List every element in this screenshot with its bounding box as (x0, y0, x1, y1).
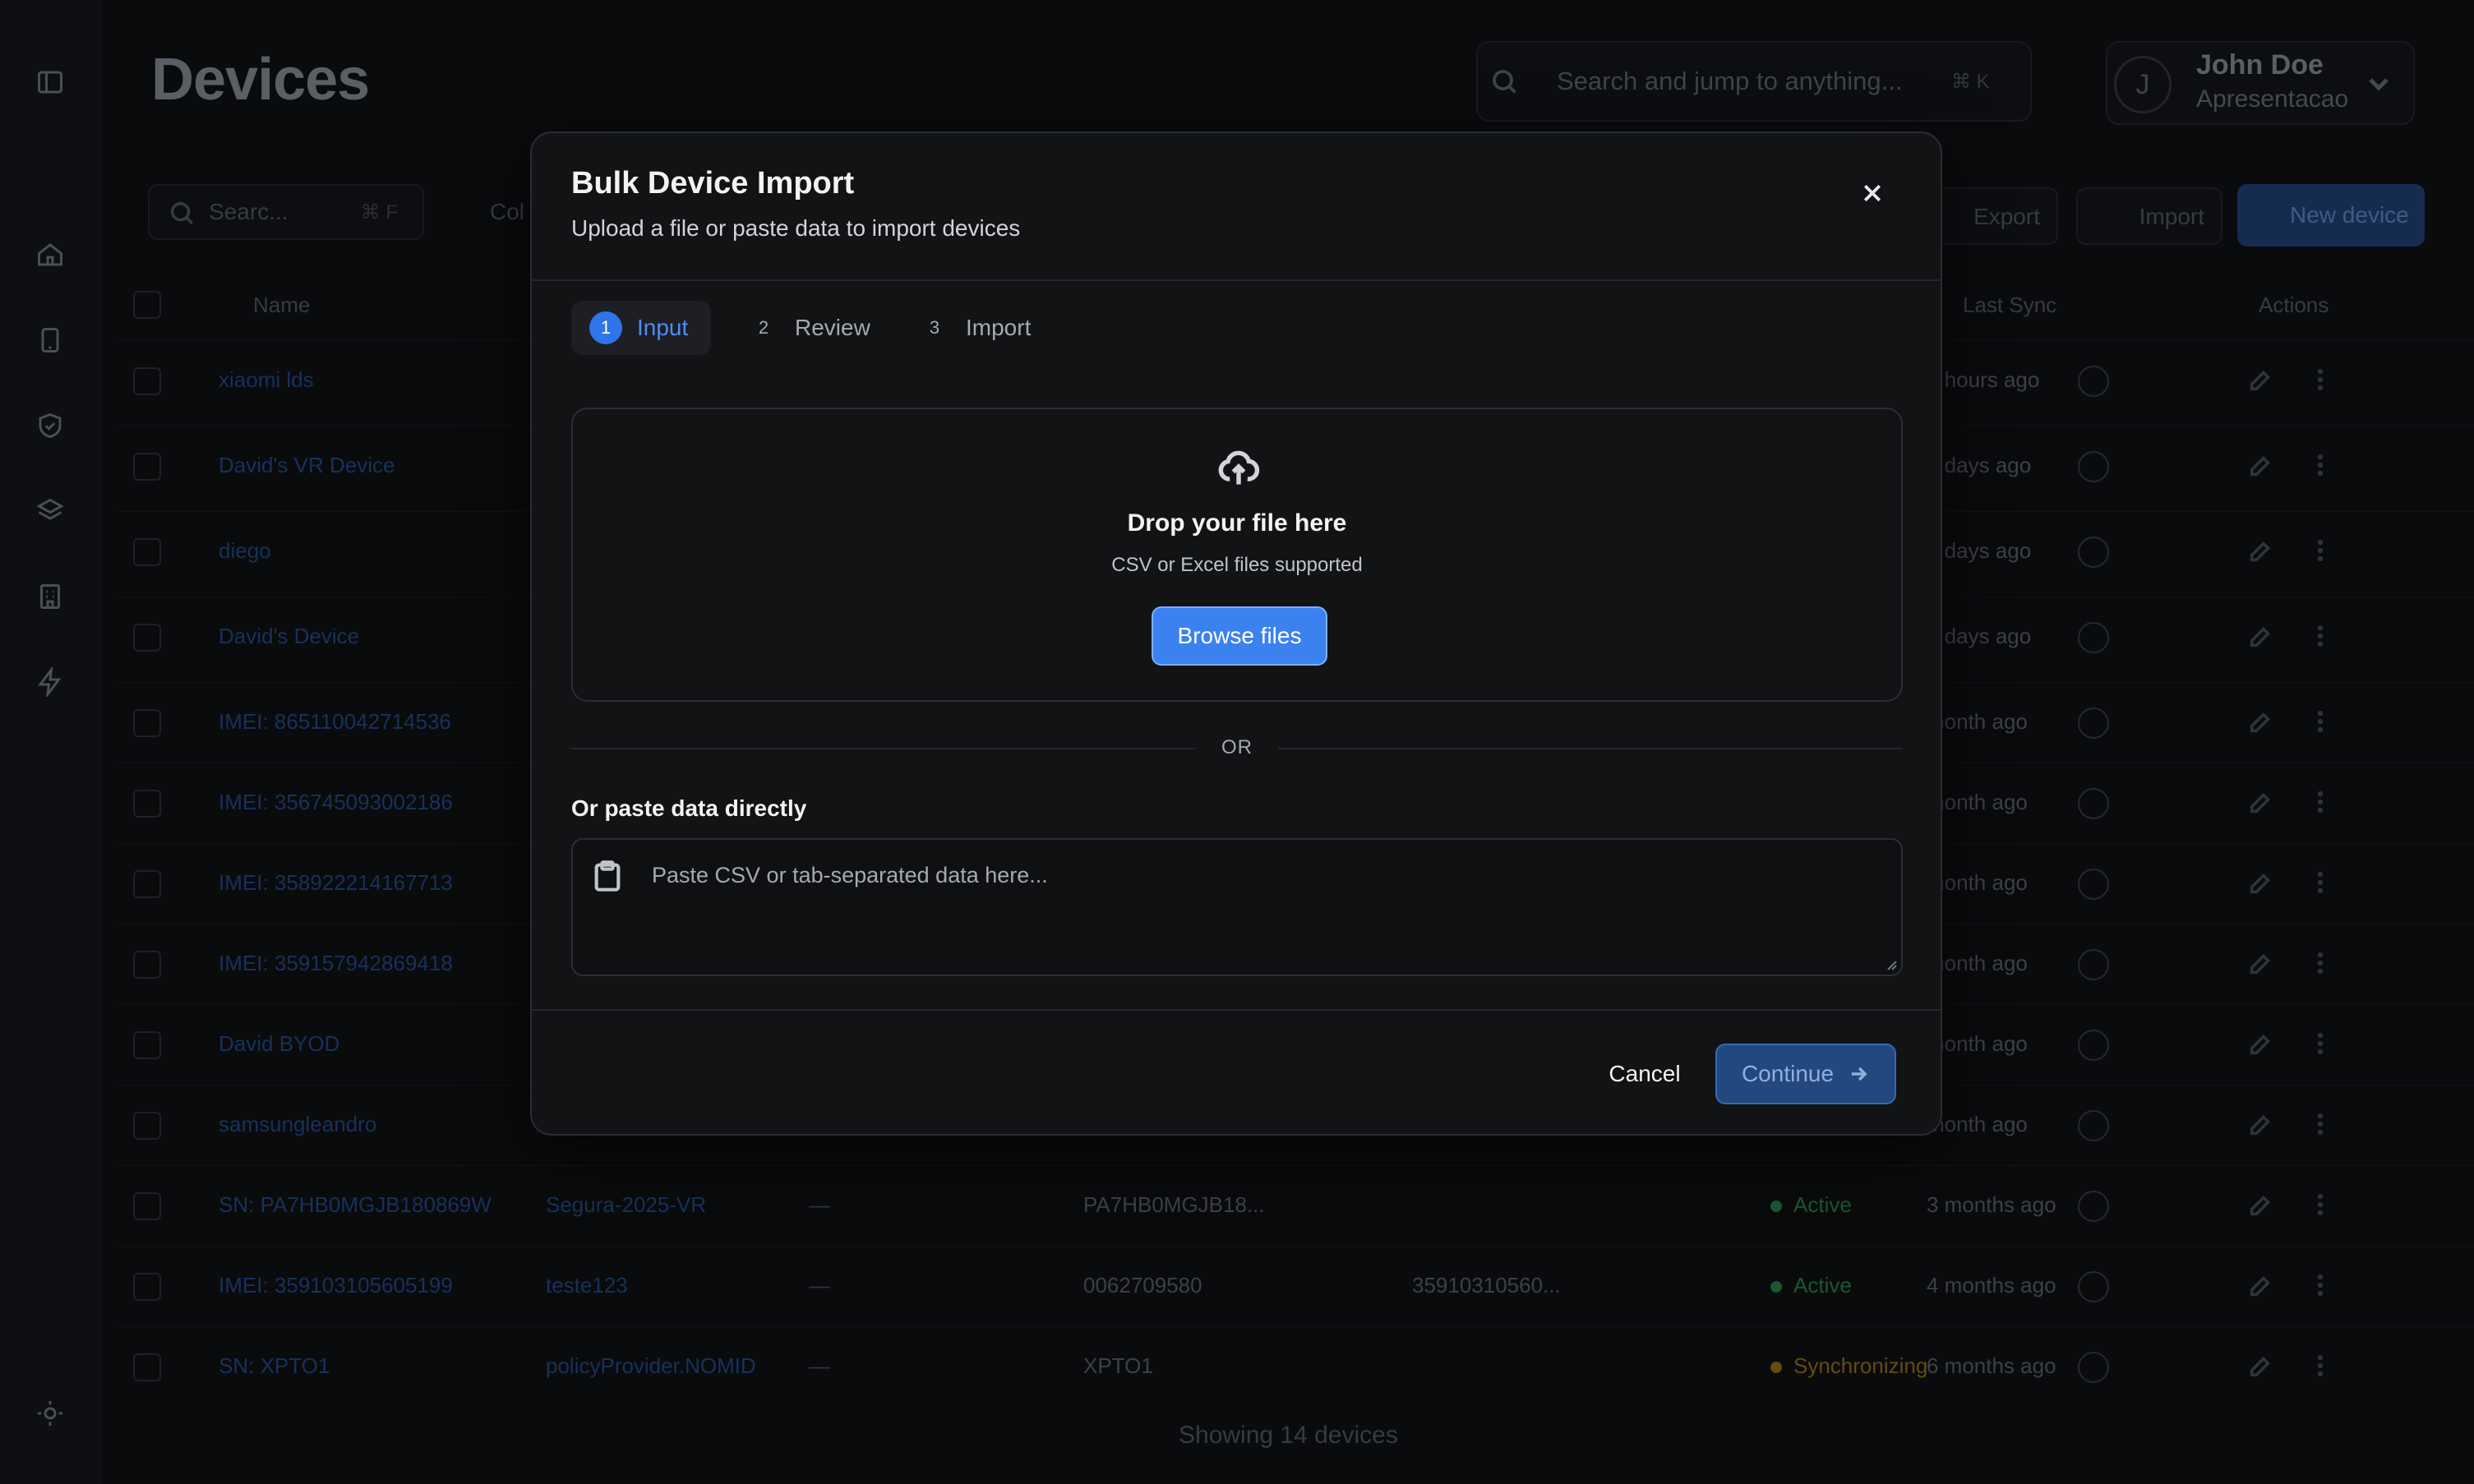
step-number: 2 (758, 317, 769, 338)
browse-files-button[interactable]: Browse files (1152, 606, 1327, 666)
divider (1278, 748, 1903, 749)
step-label: Review (795, 315, 870, 340)
or-divider: OR (571, 735, 1903, 767)
bulk-import-dialog: Bulk Device Import Upload a file or past… (530, 131, 1942, 1136)
devices-app: Devices Search and jump to anything... ⌘… (0, 0, 2474, 1484)
resize-handle-icon[interactable] (1883, 956, 1898, 971)
dialog-title: Bulk Device Import (571, 166, 855, 200)
paste-data-textarea[interactable]: Paste CSV or tab-separated data here... (571, 838, 1903, 976)
divider (532, 1009, 1941, 1011)
dropzone-title: Drop your file here (1127, 509, 1347, 537)
close-button[interactable] (1855, 176, 1890, 210)
continue-label: Continue (1741, 1061, 1835, 1086)
paste-placeholder: Paste CSV or tab-separated data here... (652, 863, 1048, 887)
continue-button[interactable]: Continue (1715, 1044, 1896, 1104)
divider (532, 279, 1941, 281)
or-label: OR (1221, 736, 1253, 758)
close-icon (1863, 184, 1881, 202)
step-number: 3 (929, 317, 940, 338)
clipboard-icon (593, 860, 622, 892)
arrow-right-icon (1851, 1067, 1867, 1081)
paste-label: Or paste data directly (571, 795, 807, 821)
cancel-button[interactable]: Cancel (1594, 1045, 1696, 1103)
file-dropzone[interactable]: Drop your file here CSV or Excel files s… (571, 408, 1903, 702)
divider (571, 748, 1196, 749)
dialog-subtitle: Upload a file or paste data to import de… (571, 215, 1021, 241)
step-number: 1 (589, 311, 622, 344)
step-label: Import (966, 315, 1032, 340)
dropzone-subtitle: CSV or Excel files supported (1111, 554, 1363, 576)
step-review[interactable]: 2 Review (729, 301, 885, 355)
step-input[interactable]: 1 Input (571, 301, 711, 355)
step-label: Input (637, 315, 689, 340)
cloud-upload-icon (1217, 447, 1260, 490)
step-import[interactable]: 3 Import (900, 301, 1056, 355)
